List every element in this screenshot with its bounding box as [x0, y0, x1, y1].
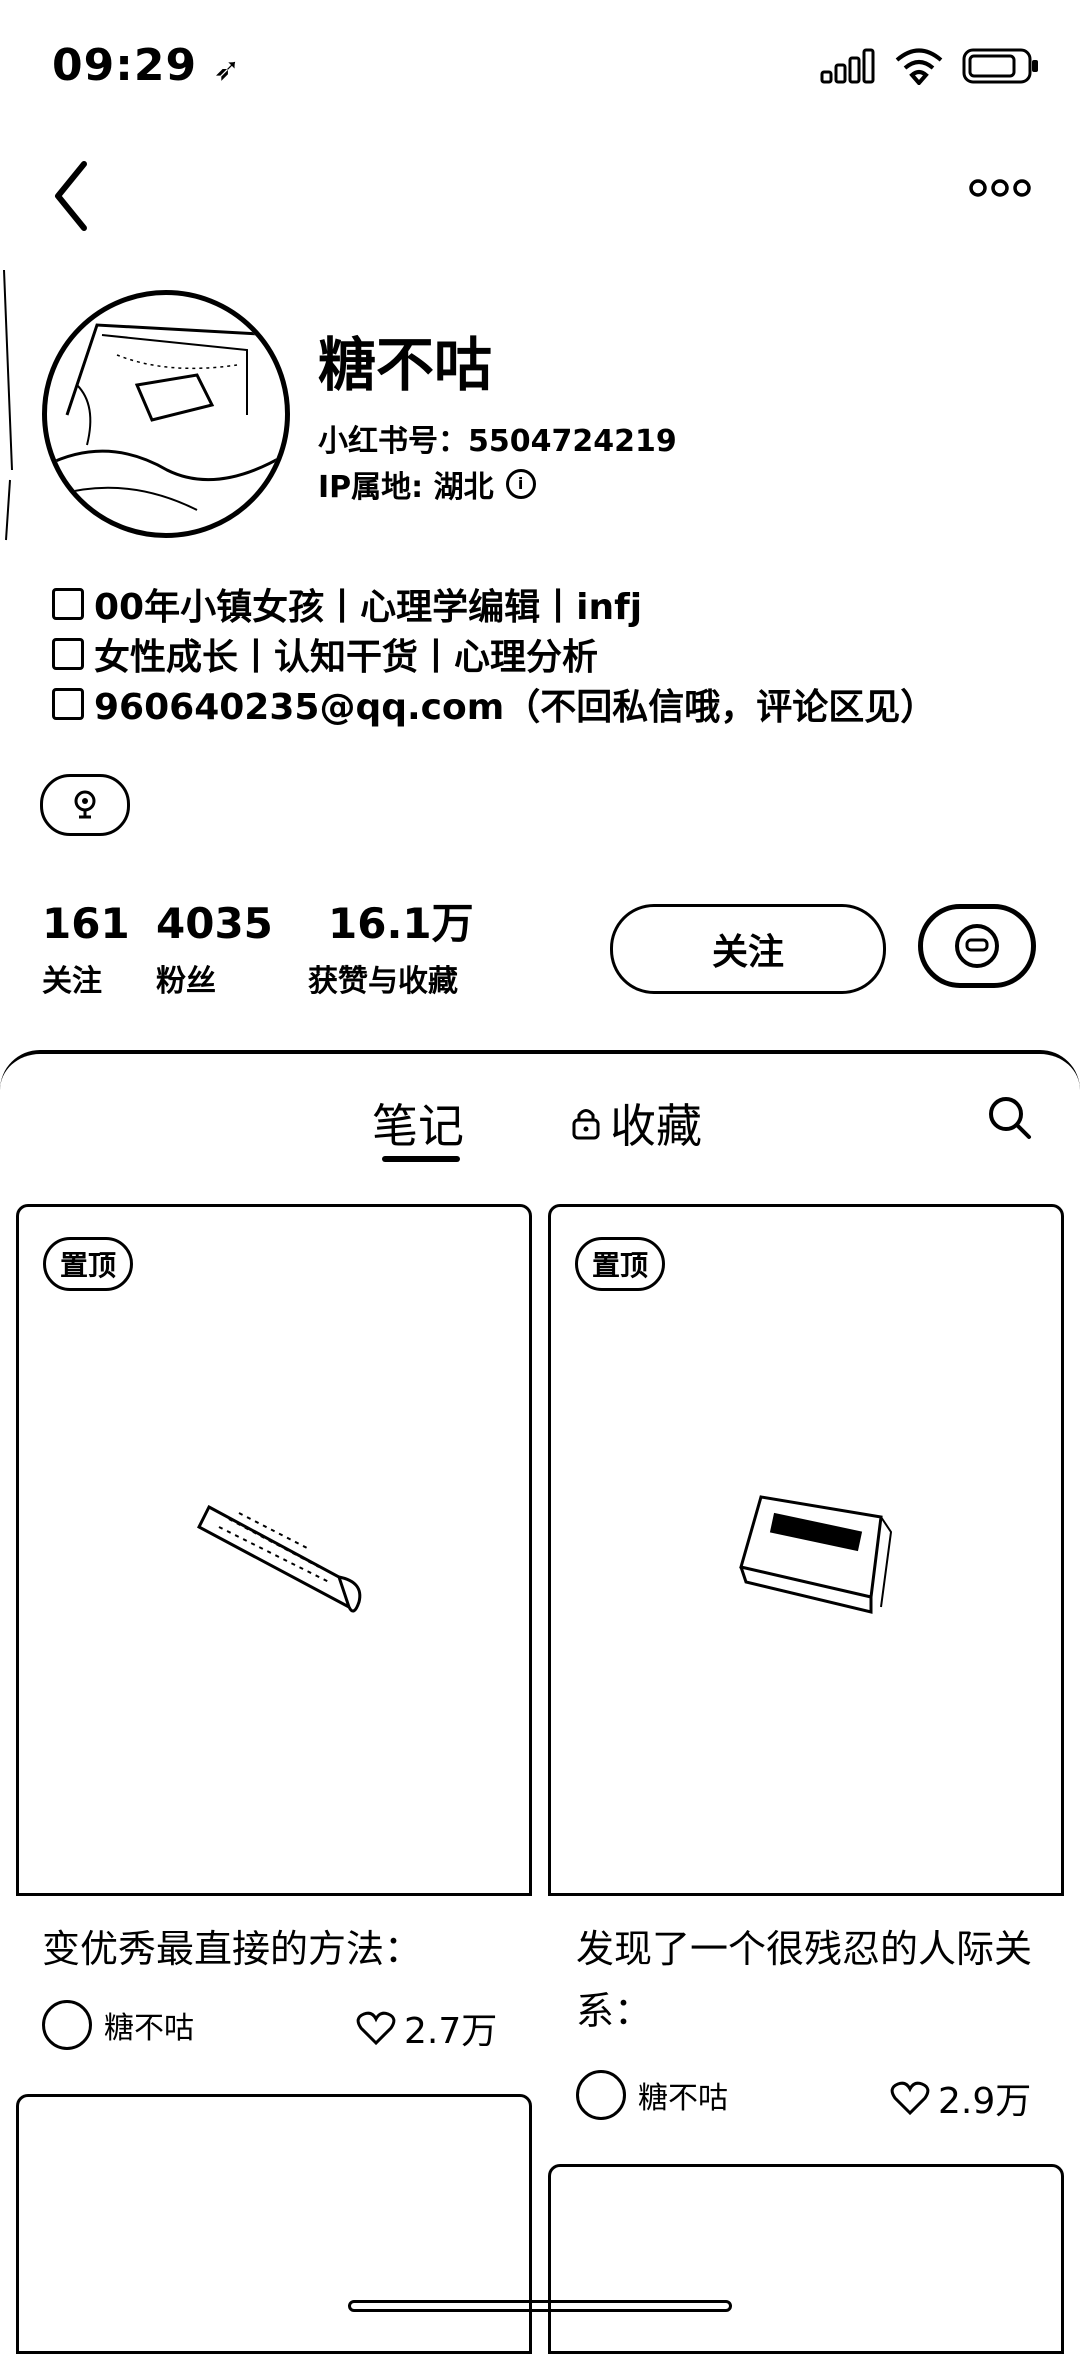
note-card-2-author[interactable]: 糖不咕 — [576, 2070, 728, 2120]
like-count: 2.9万 — [938, 2081, 1032, 2122]
note-1-illustration — [197, 1504, 362, 1613]
lock-icon — [572, 1109, 600, 1140]
search-icon[interactable] — [986, 1094, 1032, 1140]
bio-text-1: 00年小镇女孩丨心理学编辑丨infj — [94, 587, 643, 628]
checkbox-emoji-icon — [52, 688, 84, 720]
note-card-3-image[interactable] — [16, 2094, 532, 2354]
back-icon[interactable] — [44, 156, 104, 236]
author-name: 糖不咕 — [104, 2011, 194, 2046]
wifi-icon — [895, 48, 943, 85]
checkbox-emoji-icon — [52, 638, 84, 670]
profile-name: 糖不咕 — [318, 331, 493, 399]
red-id[interactable]: 小红书号：5504724219 — [318, 416, 677, 460]
tab-collections-label: 收藏 — [610, 1099, 702, 1153]
bio-text-3: 960640235@qq.com（不回私信哦，评论区见） — [94, 687, 937, 728]
home-indicator[interactable] — [348, 2300, 732, 2312]
author-name: 糖不咕 — [638, 2081, 728, 2116]
more-options-icon[interactable] — [968, 168, 1032, 208]
info-icon[interactable]: i — [505, 469, 536, 499]
profile-avatar[interactable] — [42, 290, 290, 538]
tab-collections[interactable]: 收藏 — [570, 1090, 702, 1156]
stat-likes-collections[interactable]: 16.1万 获赞与收藏 — [308, 900, 474, 1000]
stat-followers-value: 4035 — [156, 899, 273, 948]
stat-following-label: 关注 — [42, 964, 102, 999]
stat-followers[interactable]: 4035 粉丝 — [156, 900, 273, 1000]
status-time: 09:29 ➶ — [52, 40, 241, 91]
bio-line-2: 女性成长丨认知干货丨心理分析 — [52, 628, 1042, 680]
tab-notes-label: 笔记 — [372, 1099, 464, 1153]
stat-likes-value: 16.1万 — [328, 899, 474, 948]
bio-line-3: 960640235@qq.com（不回私信哦，评论区见） — [52, 678, 1042, 730]
header-decoration — [3, 270, 13, 541]
location-pin-icon — [74, 790, 96, 819]
pinned-badge: 置顶 — [575, 1237, 666, 1291]
location-arrow-icon: ➶ — [213, 50, 242, 88]
note-card-2-like[interactable]: 2.9万 — [890, 2072, 1031, 2124]
active-tab-indicator — [382, 1156, 460, 1162]
stat-following[interactable]: 161 关注 — [42, 900, 130, 1000]
author-avatar — [576, 2070, 626, 2120]
note-card-1-author[interactable]: 糖不咕 — [42, 2000, 194, 2050]
message-button[interactable] — [918, 904, 1036, 988]
note-card-1-like[interactable]: 2.7万 — [356, 2002, 497, 2054]
chat-bubble-icon — [955, 924, 999, 968]
note-card-1-title[interactable]: 变优秀最直接的方法： — [42, 1918, 522, 1980]
ip-location-text: IP属地: 湖北 — [318, 470, 494, 505]
bio-text-2: 女性成长丨认知干货丨心理分析 — [94, 637, 599, 678]
ip-location[interactable]: IP属地: 湖北 i — [318, 462, 536, 506]
stat-likes-label: 获赞与收藏 — [308, 964, 458, 999]
pinned-badge: 置顶 — [43, 1237, 134, 1291]
note-2-illustration — [739, 1495, 893, 1614]
avatar-illustration — [47, 323, 285, 511]
like-count: 2.7万 — [404, 2011, 498, 2052]
heart-icon — [356, 2011, 396, 2046]
follow-button[interactable]: 关注 — [610, 904, 886, 994]
tab-notes[interactable]: 笔记 — [372, 1090, 464, 1156]
note-card-2-title[interactable]: 发现了一个很残忍的人际关系： — [576, 1918, 1052, 2042]
note-card-2-image[interactable]: 置顶 — [548, 1204, 1064, 1896]
battery-icon — [962, 48, 1038, 84]
status-icons — [820, 44, 1040, 88]
note-card-4-image[interactable] — [548, 2164, 1064, 2354]
bio-line-1: 00年小镇女孩丨心理学编辑丨infj — [52, 578, 1042, 630]
heart-icon — [890, 2081, 930, 2116]
checkbox-emoji-icon — [52, 588, 84, 620]
stat-following-value: 161 — [42, 899, 130, 948]
signal-icon — [820, 48, 875, 84]
author-avatar — [42, 2000, 92, 2050]
note-card-1-image[interactable]: 置顶 — [16, 1204, 532, 1896]
stat-followers-label: 粉丝 — [156, 964, 216, 999]
status-time-text: 09:29 — [52, 40, 198, 91]
profile-tag-chip — [40, 774, 130, 836]
